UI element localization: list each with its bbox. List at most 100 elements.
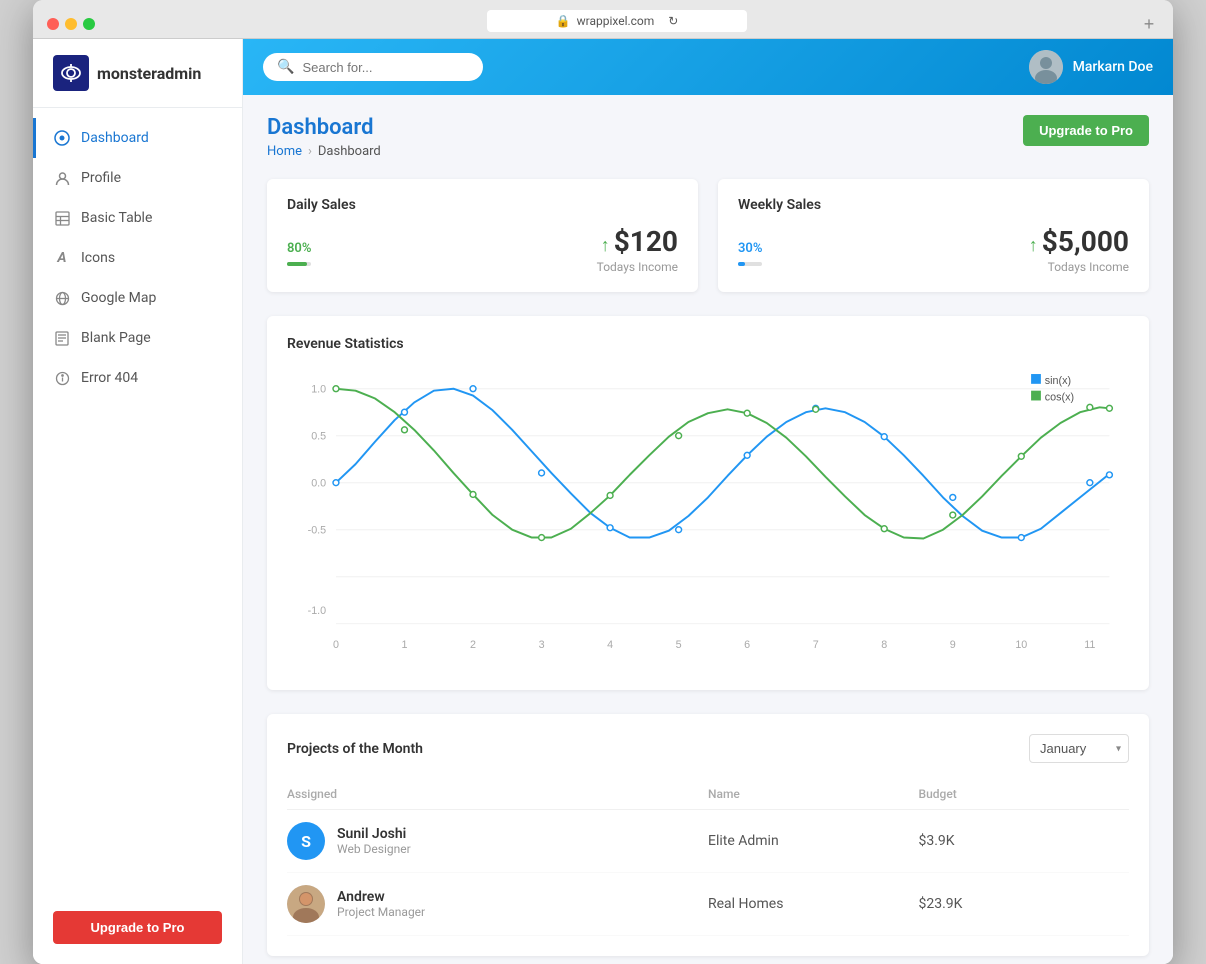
weekly-progress-bar: [738, 262, 762, 266]
sidebar-item-blank-page[interactable]: Blank Page: [33, 318, 242, 358]
month-select-wrapper[interactable]: January February March April May June Ju…: [1029, 734, 1129, 763]
sidebar-item-label: Google Map: [81, 290, 156, 306]
daily-sales-card: Daily Sales 80%: [267, 179, 698, 292]
sidebar-item-google-map[interactable]: Google Map: [33, 278, 242, 318]
svg-text:4: 4: [607, 639, 613, 651]
svg-text:1: 1: [401, 639, 407, 651]
budget: $23.9K: [919, 896, 1130, 912]
logo-icon: [53, 55, 89, 91]
assigned-cell: S Sunil Joshi Web Designer: [287, 822, 708, 860]
page-header: Dashboard Home › Dashboard Upgrade to Pr…: [267, 115, 1149, 159]
svg-text:-0.5: -0.5: [308, 525, 327, 537]
profile-icon: [53, 169, 71, 187]
traffic-lights: [47, 18, 95, 30]
sidebar-logo: monsteradmin: [33, 39, 242, 108]
table-row: Andrew Project Manager Real Homes $23.9K: [287, 873, 1129, 936]
lock-icon: 🔒: [556, 14, 571, 28]
daily-sales-title: Daily Sales: [287, 197, 678, 213]
weekly-sales-title: Weekly Sales: [738, 197, 1129, 213]
sidebar-item-profile[interactable]: Profile: [33, 158, 242, 198]
avatar: [287, 885, 325, 923]
sidebar-item-icons[interactable]: A Icons: [33, 238, 242, 278]
minimize-button[interactable]: [65, 18, 77, 30]
nav-menu: Dashboard Profile: [33, 108, 242, 895]
svg-text:11: 11: [1084, 639, 1095, 651]
project-name: Elite Admin: [708, 833, 919, 849]
projects-card: Projects of the Month January February M…: [267, 714, 1149, 956]
close-button[interactable]: [47, 18, 59, 30]
project-name: Real Homes: [708, 896, 919, 912]
svg-text:5: 5: [676, 639, 682, 651]
breadcrumb-home[interactable]: Home: [267, 144, 302, 159]
user-name: Markarn Doe: [1073, 59, 1153, 75]
avatar: S: [287, 822, 325, 860]
svg-text:7: 7: [813, 639, 819, 651]
person-name: Sunil Joshi: [337, 826, 411, 842]
svg-text:0: 0: [333, 639, 339, 651]
projects-header: Projects of the Month January February M…: [287, 734, 1129, 763]
daily-arrow-icon: ↑: [601, 235, 610, 256]
sidebar-item-label: Profile: [81, 170, 121, 186]
daily-progress-bar: [287, 262, 311, 266]
main-content: Dashboard Home › Dashboard Upgrade to Pr…: [243, 95, 1173, 964]
revenue-chart-card: Revenue Statistics: [267, 316, 1149, 690]
breadcrumb-current: Dashboard: [318, 144, 381, 159]
page-title: Dashboard: [267, 115, 381, 140]
sidebar-item-label: Icons: [81, 250, 115, 266]
weekly-sales-label: Todays Income: [1029, 260, 1129, 274]
breadcrumb-separator: ›: [308, 144, 312, 159]
avatar: [1029, 50, 1063, 84]
maximize-button[interactable]: [83, 18, 95, 30]
month-select[interactable]: January February March April May June Ju…: [1029, 734, 1129, 763]
sidebar-item-label: Error 404: [81, 370, 138, 386]
new-tab-button[interactable]: +: [1139, 14, 1159, 34]
projects-title: Projects of the Month: [287, 741, 423, 757]
sidebar-item-label: Blank Page: [81, 330, 151, 346]
sidebar-item-error-404[interactable]: Error 404: [33, 358, 242, 398]
weekly-progress-fill: [738, 262, 745, 266]
table-row: S Sunil Joshi Web Designer Elite Admin $…: [287, 810, 1129, 873]
person-name: Andrew: [337, 889, 425, 905]
svg-text:6: 6: [744, 639, 750, 651]
sales-row: Daily Sales 80%: [267, 179, 1149, 292]
weekly-sales-amount: $5,000: [1042, 225, 1129, 258]
globe-icon: [53, 289, 71, 307]
icons-icon: A: [53, 249, 71, 267]
svg-text:1.0: 1.0: [311, 384, 326, 396]
chart-title: Revenue Statistics: [287, 336, 1129, 352]
sidebar-item-label: Dashboard: [81, 130, 149, 146]
weekly-progress-label: 30%: [738, 241, 762, 256]
svg-text:9: 9: [950, 639, 956, 651]
page-icon: [53, 329, 71, 347]
col-name: Name: [708, 787, 919, 801]
search-icon: 🔍: [277, 59, 294, 75]
chart-container: 1.0 0.5 0.0 -0.5 -1.0 0 1 2 3 4: [287, 366, 1129, 670]
sidebar-item-basic-table[interactable]: Basic Table: [33, 198, 242, 238]
sidebar-item-label: Basic Table: [81, 210, 152, 226]
svg-text:3: 3: [539, 639, 545, 651]
search-bar[interactable]: 🔍: [263, 53, 483, 81]
svg-text:-1.0: -1.0: [308, 605, 327, 617]
sidebar-upgrade-button[interactable]: Upgrade to Pro: [53, 911, 222, 944]
weekly-sales-card: Weekly Sales 30%: [718, 179, 1149, 292]
daily-sales-amount: $120: [614, 225, 678, 258]
daily-sales-label: Todays Income: [597, 260, 678, 274]
address-bar: 🔒 wrappixel.com ↻: [487, 10, 747, 32]
svg-text:2: 2: [470, 639, 476, 651]
assigned-cell: Andrew Project Manager: [287, 885, 708, 923]
person-role: Project Manager: [337, 905, 425, 919]
header-upgrade-button[interactable]: Upgrade to Pro: [1023, 115, 1149, 146]
svg-text:10: 10: [1015, 639, 1027, 651]
sidebar-item-dashboard[interactable]: Dashboard: [33, 118, 242, 158]
info-icon: [53, 369, 71, 387]
logo-text: monsteradmin: [97, 64, 201, 83]
svg-text:0.5: 0.5: [311, 431, 326, 443]
svg-text:sin(x): sin(x): [1045, 375, 1071, 387]
person-role: Web Designer: [337, 842, 411, 856]
search-input[interactable]: [302, 60, 469, 75]
svg-text:8: 8: [881, 639, 887, 651]
budget: $3.9K: [919, 833, 1130, 849]
refresh-icon[interactable]: ↻: [668, 14, 678, 28]
svg-text:0.0: 0.0: [311, 478, 326, 490]
table-header: Assigned Name Budget: [287, 779, 1129, 810]
